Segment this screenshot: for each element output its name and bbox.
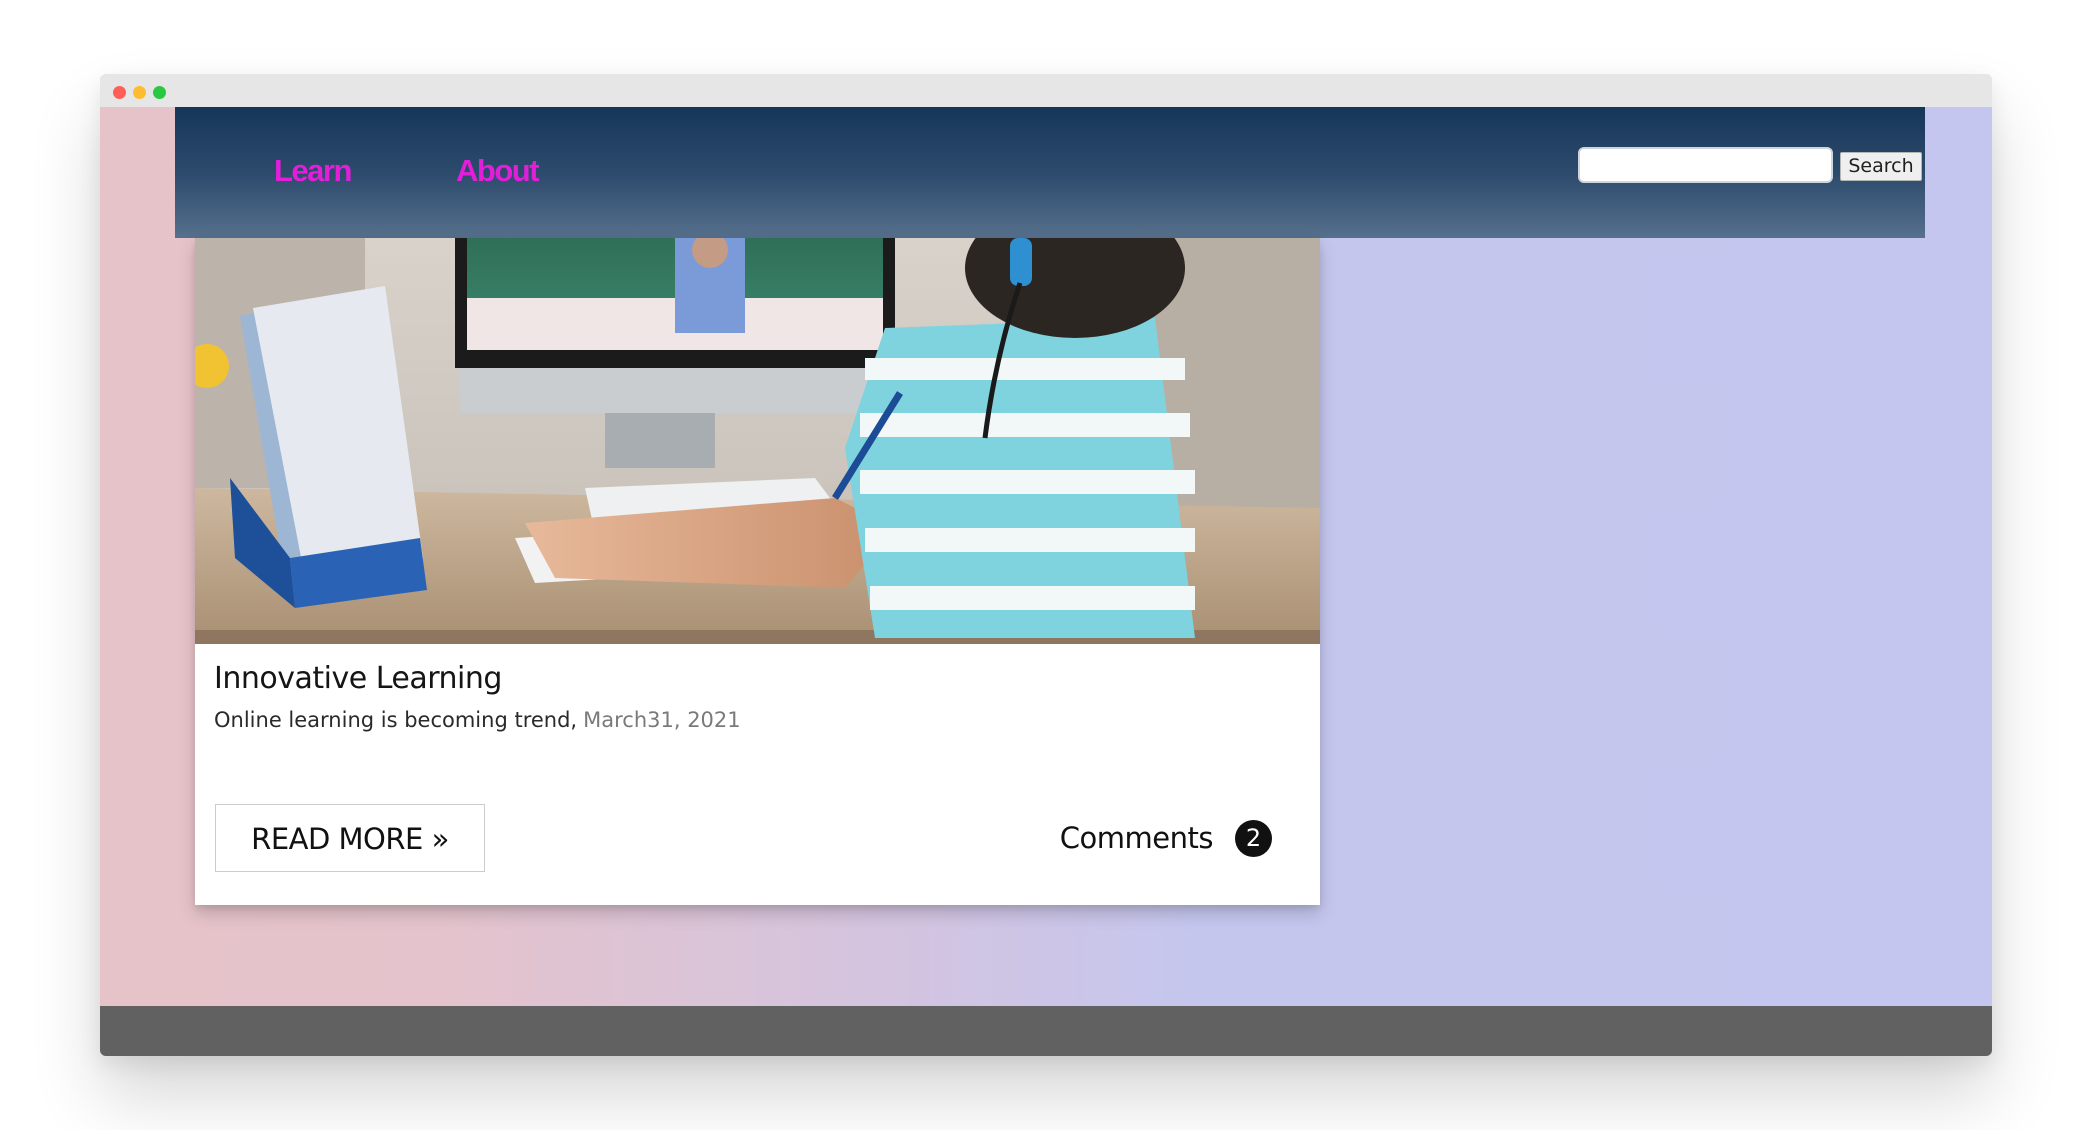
comments-count-badge: 2	[1235, 819, 1272, 857]
search-button[interactable]: Search	[1840, 152, 1922, 181]
nav-link-learn[interactable]: Learn	[274, 153, 352, 189]
top-navbar: Learn About Search	[175, 107, 1925, 238]
maximize-window-button[interactable]	[153, 86, 166, 99]
page-footer	[100, 1006, 1992, 1056]
nav-link-about[interactable]: About	[456, 153, 540, 189]
minimize-window-button[interactable]	[133, 86, 146, 99]
article-image	[195, 238, 1320, 644]
window-titlebar	[100, 74, 1992, 107]
article-meta: Online learning is becoming trend, March3…	[214, 708, 741, 732]
comments-label: Comments	[1059, 821, 1214, 855]
article-date: March31, 2021	[583, 708, 741, 732]
article-card: Innovative Learning Online learning is b…	[195, 238, 1320, 905]
article-title: Innovative Learning	[214, 661, 502, 696]
search-input[interactable]	[1578, 147, 1833, 183]
article-description: Online learning is becoming trend,	[214, 708, 578, 732]
close-window-button[interactable]	[113, 86, 126, 99]
browser-window: Learn About Search Innovative Learning O…	[100, 74, 1992, 1056]
page-viewport: Learn About Search Innovative Learning O…	[100, 107, 1992, 1056]
comments-link[interactable]: Comments 2	[1060, 813, 1272, 863]
read-more-button[interactable]: READ MORE »	[215, 804, 485, 872]
